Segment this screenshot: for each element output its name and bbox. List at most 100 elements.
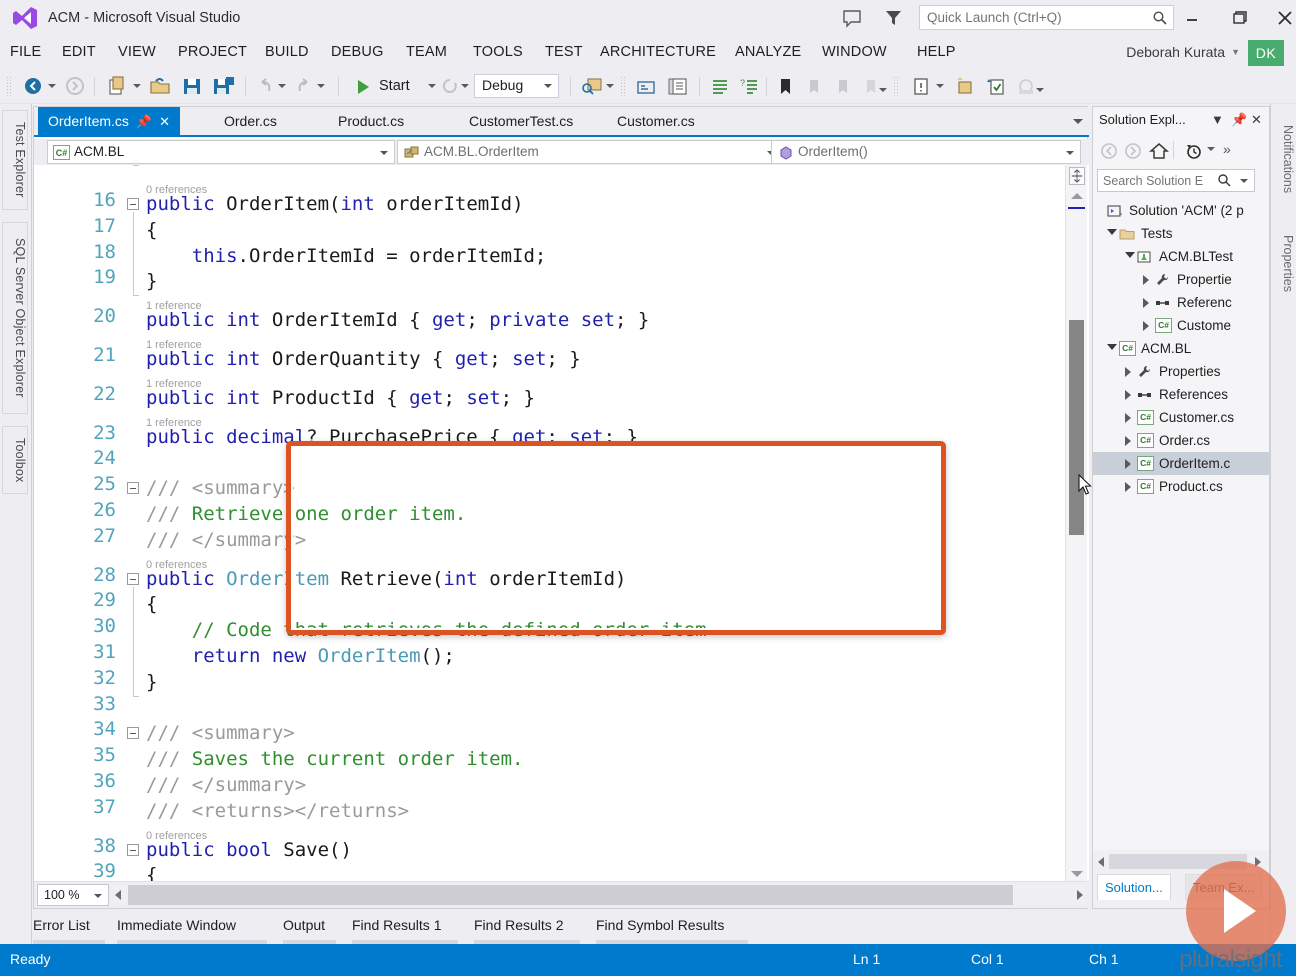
menu-window[interactable]: WINDOW [822, 38, 887, 68]
panel-tab-immediate-window[interactable]: Immediate Window [117, 914, 236, 938]
avatar[interactable]: DK [1248, 40, 1284, 66]
tree-row[interactable]: Solution 'ACM' (2 p [1093, 199, 1269, 222]
bookmark-icon[interactable] [775, 75, 795, 97]
sidebar-item-sql-server-object-explorer[interactable]: SQL Server Object Explorer [2, 222, 28, 414]
toolbar-grip[interactable] [6, 76, 11, 96]
start-dropdown-icon[interactable] [428, 84, 435, 89]
pending-changes-icon[interactable] [1181, 139, 1205, 163]
chevron-down-icon[interactable] [1107, 344, 1116, 353]
new-project-dropdown-icon[interactable] [133, 84, 140, 89]
close-icon[interactable]: ✕ [159, 114, 170, 129]
tab-order-cs[interactable]: Order.cs [214, 107, 287, 137]
panel-tab-find-symbol-results[interactable]: Find Symbol Results [596, 914, 724, 938]
solution-explorer-icon[interactable] [634, 75, 658, 97]
tab-product-cs[interactable]: Product.cs [328, 107, 414, 137]
zoom-level-combo[interactable]: 100 % [37, 884, 109, 906]
navigate-backward-icon[interactable] [22, 75, 44, 97]
save-all-icon[interactable] [211, 75, 237, 97]
menu-test[interactable]: TEST [545, 38, 583, 68]
fold-toggle-icon[interactable] [127, 198, 139, 210]
type-scope-combo[interactable]: ACM.BL.OrderItem [397, 140, 782, 164]
menu-view[interactable]: VIEW [118, 38, 156, 68]
code-editor-surface[interactable]: 16 17 18 19 20 21 22 23 24 25 26 27 28 29 30 31 32 33 34 35… [34, 165, 1089, 883]
menu-team[interactable]: TEAM [406, 38, 447, 68]
open-file-icon[interactable] [148, 75, 172, 97]
search-icon[interactable] [1217, 173, 1232, 188]
scroll-left-arrow[interactable] [115, 890, 121, 900]
tree-row[interactable]: C# ACM.BL [1093, 337, 1269, 360]
scrollbar-thumb[interactable] [128, 885, 1013, 905]
navigate-backward-dropdown-icon[interactable] [48, 84, 55, 89]
tree-row[interactable]: ACM.BLTest [1093, 245, 1269, 268]
tree-row[interactable]: Tests [1093, 222, 1269, 245]
new-item-icon[interactable] [952, 75, 976, 97]
editor-vertical-scrollbar[interactable] [1065, 165, 1087, 883]
find-in-files-icon[interactable] [580, 75, 604, 97]
chevron-right-icon[interactable] [1143, 275, 1152, 284]
menu-architecture[interactable]: ARCHITECTURE [600, 38, 716, 68]
chevron-down-icon[interactable] [1125, 252, 1134, 261]
home-icon[interactable] [1147, 139, 1171, 163]
panel-tab-find-results-1[interactable]: Find Results 1 [352, 914, 441, 938]
chevron-down-icon[interactable] [1107, 229, 1116, 238]
panel-tab-find-results-2[interactable]: Find Results 2 [474, 914, 563, 938]
feedback-icon[interactable] [841, 8, 863, 28]
menu-project[interactable]: PROJECT [178, 38, 247, 68]
tab-customer-cs[interactable]: Customer.cs [607, 107, 705, 137]
tab-customertest-cs[interactable]: CustomerTest.cs [459, 107, 583, 137]
chevron-right-icon[interactable] [1143, 298, 1152, 307]
minimize-button[interactable] [1179, 6, 1205, 30]
tab-orderitem-cs[interactable]: OrderItem.cs 📌 ✕ [38, 107, 180, 137]
toolbar-grip[interactable] [893, 76, 898, 96]
chevron-right-icon[interactable] [1125, 390, 1134, 399]
fold-toggle-icon[interactable] [127, 727, 139, 740]
scroll-right-arrow[interactable] [1077, 890, 1083, 900]
menu-help[interactable]: HELP [917, 38, 956, 68]
menu-tools[interactable]: TOOLS [473, 38, 523, 68]
maximize-button[interactable] [1226, 6, 1252, 30]
comment-icon[interactable] [708, 75, 732, 97]
menu-edit[interactable]: EDIT [62, 38, 96, 68]
chevron-right-icon[interactable] [1125, 413, 1134, 422]
menu-analyze[interactable]: ANALYZE [735, 38, 801, 68]
tree-row[interactable]: C# Customer.cs [1093, 406, 1269, 429]
panel-tab-output[interactable]: Output [283, 914, 325, 938]
menu-file[interactable]: FILE [10, 38, 41, 68]
add-item-icon[interactable] [984, 75, 1008, 97]
error-list-icon[interactable] [910, 75, 932, 97]
panel-tab-error-list[interactable]: Error List [33, 914, 90, 938]
account-menu[interactable]: Deborah Kurata ▼ [1126, 38, 1240, 68]
menu-debug[interactable]: DEBUG [331, 38, 384, 68]
fold-toggle-icon[interactable] [127, 572, 139, 585]
solution-tree[interactable]: Solution 'ACM' (2 p Tests ACM.BLTest Proper… [1093, 199, 1269, 849]
fold-margin[interactable] [122, 165, 144, 883]
fold-toggle-icon[interactable] [127, 843, 139, 856]
chevron-right-icon[interactable] [1125, 482, 1134, 491]
editor-horizontal-scrollbar[interactable] [114, 885, 1085, 905]
chevron-down-icon[interactable] [1207, 147, 1214, 152]
tree-row[interactable]: C# Product.cs [1093, 475, 1269, 498]
menu-build[interactable]: BUILD [265, 38, 309, 68]
pin-icon[interactable]: 📌 [136, 114, 152, 129]
scrollbar-thumb[interactable] [1069, 320, 1084, 535]
fold-toggle-icon[interactable] [127, 482, 139, 495]
sidebar-item-notifications[interactable]: Notifications [1271, 110, 1295, 208]
scroll-left-arrow[interactable] [1098, 857, 1104, 867]
find-dropdown-icon[interactable] [606, 84, 613, 89]
chevron-right-icon[interactable] [1125, 436, 1134, 445]
tree-row[interactable]: Properties [1093, 360, 1269, 383]
pin-icon[interactable]: 📌 [1231, 112, 1247, 128]
close-icon[interactable]: ✕ [1251, 112, 1262, 128]
close-button[interactable] [1272, 6, 1296, 30]
member-scope-combo[interactable]: OrderItem() [771, 140, 1081, 164]
chevron-right-icon[interactable] [1125, 459, 1134, 468]
tree-row-selected[interactable]: C# OrderItem.c [1093, 452, 1269, 475]
save-icon[interactable] [180, 75, 204, 97]
chevron-right-icon[interactable] [1143, 321, 1152, 330]
toolbar-grip[interactable] [620, 76, 625, 96]
toolbar-overflow-icon[interactable] [1036, 88, 1043, 93]
uncomment-icon[interactable]: ? [738, 75, 762, 97]
overflow-icon[interactable]: » [1223, 141, 1231, 157]
chevron-down-icon[interactable] [1240, 179, 1248, 183]
sidebar-item-toolbox[interactable]: Toolbox [2, 426, 28, 494]
